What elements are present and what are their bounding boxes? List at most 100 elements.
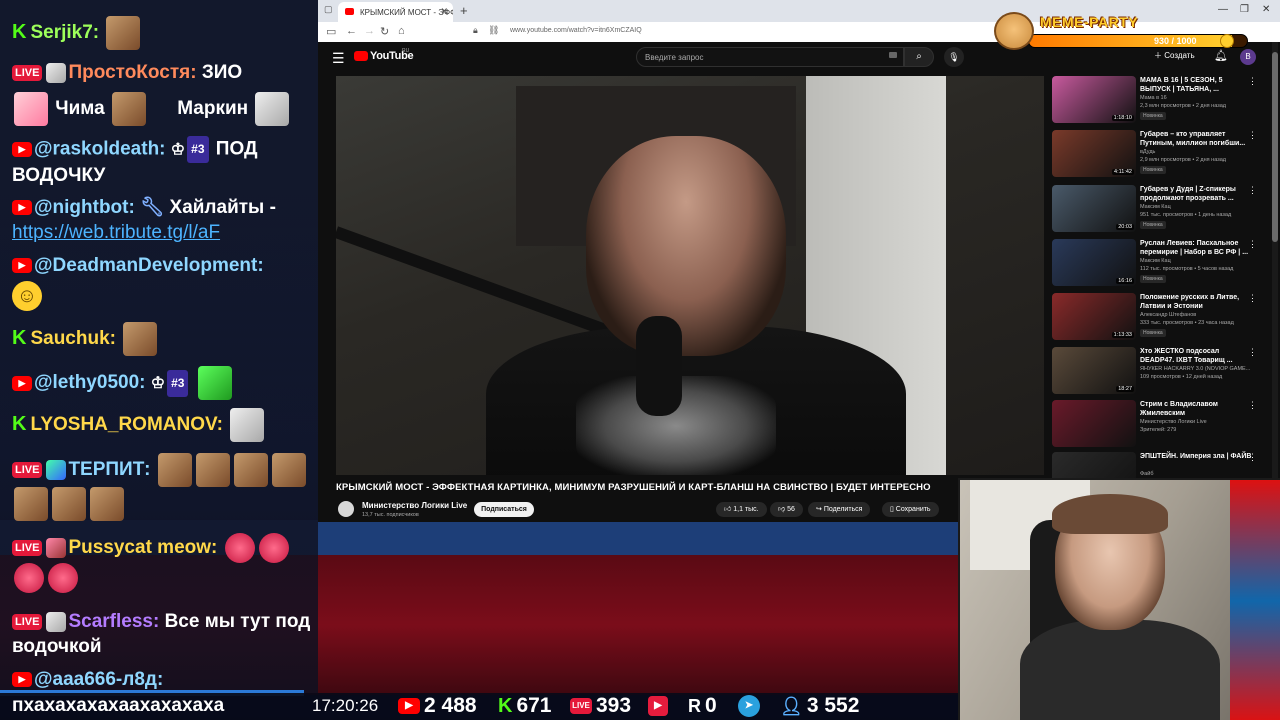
- channel-name[interactable]: Министерство Логики Live: [362, 501, 467, 510]
- voice-search-button[interactable]: 🎙︎: [944, 47, 964, 67]
- recommendation-channel[interactable]: Максим Кац: [1140, 204, 1171, 210]
- like-button[interactable]: 👍︎ 1,1 тыс.: [716, 502, 767, 517]
- recommendation-meta: 2,3 млн просмотров • 2 дня назад: [1140, 103, 1226, 109]
- video-player[interactable]: [336, 76, 1044, 475]
- share-label: Поделиться: [823, 506, 863, 513]
- save-button[interactable]: ▯ Сохранить: [882, 502, 939, 517]
- recommendation-item[interactable]: Стрим с Владиславом Жмилевским Министерст…: [1052, 400, 1272, 450]
- more-options-icon[interactable]: ⋮: [1248, 293, 1257, 304]
- recommendation-title[interactable]: Положение русских в Литве, Латвии и Эсто…: [1140, 293, 1252, 311]
- emote: [111, 92, 146, 126]
- recommendation-title[interactable]: Руслан Левиев: Пасхальное перемирие | На…: [1140, 239, 1252, 257]
- recommendation-thumbnail[interactable]: 16:16: [1052, 239, 1136, 286]
- chat-message: LIVE ТЕРПИТ:: [12, 453, 312, 521]
- recommendation-thumbnail[interactable]: 1:13:33: [1052, 293, 1136, 340]
- more-options-icon[interactable]: ⋮: [1248, 239, 1257, 250]
- chat-nick: ТЕРПИТ:: [68, 459, 151, 481]
- recommendation-item[interactable]: 1:13:33 Положение русских в Литве, Латвии…: [1052, 293, 1272, 343]
- live-viewer-count: 393: [596, 694, 632, 717]
- youtube-logo-icon[interactable]: [354, 51, 368, 61]
- recommendation-duration: 18:27: [1116, 386, 1134, 392]
- new-badge: Новинка: [1140, 275, 1166, 283]
- recommendation-title[interactable]: Губарев у Дудя | Z-спикеры продолжают пр…: [1140, 185, 1252, 203]
- recommendation-channel[interactable]: вДудь: [1140, 149, 1155, 155]
- chat-message: LIVE Scarfless: Все мы тут под водочкой: [12, 609, 312, 659]
- chat-message: ▶ @raskoldeath: ♔ #3 ПОД ВОДОЧКУ: [12, 136, 312, 188]
- more-options-icon[interactable]: ⋮: [1248, 347, 1257, 358]
- menu-icon[interactable]: ☰: [332, 50, 345, 67]
- meme-party-widget: MEME-PARTY 930 / 1000: [994, 12, 1250, 50]
- recommendation-item[interactable]: 1:18:10 МАМА В 16 | 5 СЕЗОН, 5 ВЫПУСК | Т…: [1052, 76, 1272, 126]
- emote: [106, 16, 141, 50]
- tab-youtube-video[interactable]: КРЫМСКИЙ МОСТ - ЭФФЕКТНАЯ ✕: [338, 2, 453, 22]
- kick-icon: K: [12, 413, 27, 436]
- youtube-icon: ▶: [12, 258, 32, 274]
- subscribe-button[interactable]: Подписаться: [474, 502, 534, 517]
- url-text[interactable]: www.youtube.com/watch?v=itn6XmCZAIQ: [510, 27, 642, 34]
- recommendation-meta: 951 тыс. просмотров • 1 день назад: [1140, 212, 1232, 218]
- emote: [46, 611, 67, 632]
- tab-actions-icon[interactable]: ▢: [324, 4, 333, 15]
- live-badge-icon: LIVE: [12, 613, 43, 630]
- close-tab-icon[interactable]: ✕: [440, 6, 448, 17]
- avatar[interactable]: В: [1240, 49, 1256, 65]
- thumbs-up-icon: 👍︎: [724, 506, 734, 513]
- search-input[interactable]: Введите запрос: [636, 47, 904, 67]
- recommendation-title[interactable]: Стрим с Владиславом Жмилевским: [1140, 400, 1252, 418]
- close-window-icon[interactable]: ✕: [1262, 4, 1270, 15]
- recommendation-item[interactable]: 16:16 Руслан Левиев: Пасхальное перемирие…: [1052, 239, 1272, 289]
- notifications-bell-icon[interactable]: 🔔︎: [1214, 49, 1228, 62]
- channel-avatar[interactable]: [338, 501, 354, 517]
- play-viewers: ▶: [648, 694, 672, 718]
- recommendation-channel[interactable]: Мама в 16: [1140, 95, 1167, 101]
- new-tab-icon[interactable]: +: [460, 3, 468, 18]
- create-label: Создать: [1164, 51, 1195, 60]
- total-viewer-count: 3 552: [806, 694, 860, 717]
- link-icon: ⛓︎: [488, 25, 500, 35]
- more-options-icon[interactable]: ⋮: [1248, 185, 1257, 196]
- recommendation-channel[interactable]: Файб: [1140, 471, 1153, 477]
- more-options-icon[interactable]: ⋮: [1248, 130, 1257, 141]
- recommendation-channel[interactable]: Министерство Логики Live: [1140, 419, 1207, 425]
- recommendation-channel[interactable]: Максим Кац: [1140, 258, 1171, 264]
- more-options-icon[interactable]: ⋮: [1248, 452, 1257, 463]
- recommendation-channel[interactable]: ЯНУКЕR HACKARRY 3.0 (NOVIOP GAME...: [1140, 366, 1250, 372]
- sidebar-toggle-icon[interactable]: ▭: [326, 25, 336, 38]
- recommendation-thumbnail[interactable]: [1052, 400, 1136, 447]
- share-icon: ↪: [816, 506, 824, 513]
- recommendation-title[interactable]: Губарев – кто управляет Путиным, миллион…: [1140, 130, 1252, 148]
- recommendation-title[interactable]: Хто ЖЕСТКО подсосал DEADP47. IXBT Товари…: [1140, 347, 1252, 365]
- recommendation-title[interactable]: МАМА В 16 | 5 СЕЗОН, 5 ВЫПУСК | ТАТЬЯНА,…: [1140, 76, 1252, 94]
- chat-nick: Pussycat meow:: [68, 537, 218, 559]
- recommendation-item[interactable]: 18:27 Хто ЖЕСТКО подсосал DEADP47. IXBT Т…: [1052, 347, 1272, 397]
- live-viewers: LIVE 393: [570, 694, 631, 718]
- recommendation-thumbnail[interactable]: 18:27: [1052, 347, 1136, 394]
- recommendation-meta: 333 тыс. просмотров • 23 часа назад: [1140, 320, 1234, 326]
- recommendation-thumbnail[interactable]: 4:11:42: [1052, 130, 1136, 177]
- recommendation-title[interactable]: ЭПШТЕЙН. Империя зла | ФАЙВ: [1140, 452, 1252, 461]
- recommendation-channel[interactable]: Александр Штефанов: [1140, 312, 1196, 318]
- chat-message: K LYOSHA_ROMANOV:: [12, 408, 312, 442]
- emote: [197, 366, 232, 400]
- search-button[interactable]: ⌕: [904, 47, 934, 67]
- back-icon[interactable]: ←: [346, 25, 357, 37]
- chat-link[interactable]: https://web.tribute.tg/l/aF: [12, 222, 220, 243]
- more-options-icon[interactable]: ⋮: [1248, 400, 1257, 411]
- more-options-icon[interactable]: ⋮: [1248, 76, 1257, 87]
- recommendation-item[interactable]: 4:11:42 Губарев – кто управляет Путиным, …: [1052, 130, 1272, 180]
- youtube-icon: ▶: [12, 375, 32, 391]
- forward-icon[interactable]: →: [364, 25, 375, 37]
- dislike-button[interactable]: 👎︎ 56: [770, 502, 803, 517]
- recommendation-thumbnail[interactable]: 20:03: [1052, 185, 1136, 232]
- scrollbar-thumb[interactable]: [1272, 52, 1278, 242]
- chat-nick: @raskoldeath:: [34, 138, 166, 160]
- reload-icon[interactable]: ↻: [380, 25, 389, 38]
- create-button[interactable]: ＋ Создать: [1154, 50, 1195, 61]
- home-icon[interactable]: ⌂: [398, 25, 405, 37]
- recommendation-item[interactable]: 20:03 Губарев у Дудя | Z-спикеры продолжа…: [1052, 185, 1272, 235]
- chat-nick: @nightbot:: [34, 197, 135, 218]
- mic-icon: 🎙︎: [948, 52, 960, 62]
- share-button[interactable]: ↪ Поделиться: [808, 502, 871, 517]
- keyboard-icon[interactable]: [889, 52, 897, 58]
- recommendation-thumbnail[interactable]: 1:18:10: [1052, 76, 1136, 123]
